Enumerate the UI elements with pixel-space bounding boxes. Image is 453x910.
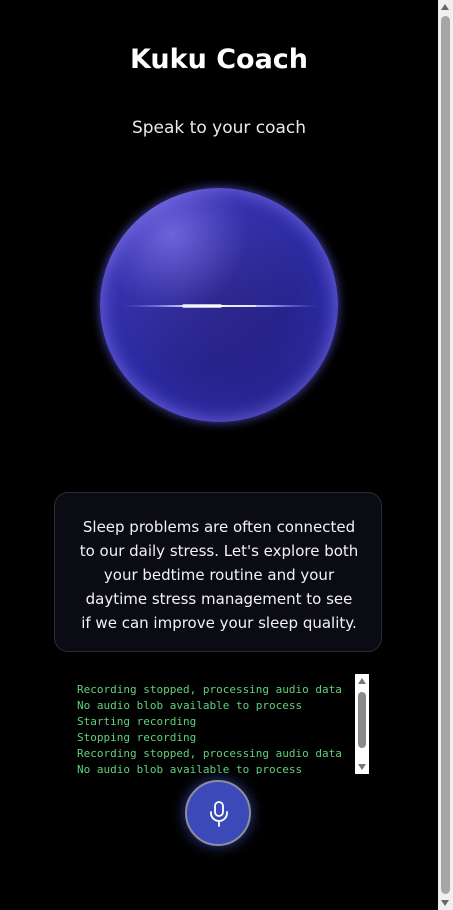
coach-message-card: Sleep problems are often connected to ou… bbox=[54, 492, 382, 652]
microphone-button[interactable] bbox=[185, 780, 251, 846]
voice-waveform-icon bbox=[122, 304, 318, 308]
coach-message-text: Sleep problems are often connected to ou… bbox=[79, 518, 359, 632]
log-line: Stopping recording bbox=[77, 731, 197, 744]
microphone-icon bbox=[210, 801, 228, 827]
page-scroll-up-icon[interactable] bbox=[441, 4, 449, 10]
page-scrollbar[interactable] bbox=[438, 0, 453, 910]
scroll-down-icon[interactable] bbox=[358, 764, 366, 770]
voice-orb bbox=[100, 188, 338, 422]
scroll-up-icon[interactable] bbox=[358, 678, 366, 684]
log-line: Recording stopped, processing audio data bbox=[77, 683, 342, 696]
log-line: Starting recording bbox=[77, 715, 197, 728]
log-line: Recording stopped, processing audio data bbox=[77, 747, 342, 760]
page-subtitle: Speak to your coach bbox=[131, 118, 307, 138]
debug-log[interactable]: Recording stopped, processing audio data… bbox=[76, 674, 369, 774]
coach-page: Kuku Coach Speak to your coach Sleep pro… bbox=[0, 0, 438, 910]
page-scroll-thumb[interactable] bbox=[441, 16, 450, 894]
page-title: Kuku Coach bbox=[129, 44, 309, 75]
debug-log-lines: Recording stopped, processing audio data… bbox=[77, 682, 353, 774]
page-scroll-down-icon[interactable] bbox=[441, 900, 449, 906]
log-line: No audio blob available to process bbox=[77, 763, 303, 774]
debug-log-scroll-thumb[interactable] bbox=[358, 692, 366, 748]
log-line: No audio blob available to process bbox=[77, 699, 303, 712]
debug-log-scrollbar[interactable] bbox=[355, 674, 369, 774]
